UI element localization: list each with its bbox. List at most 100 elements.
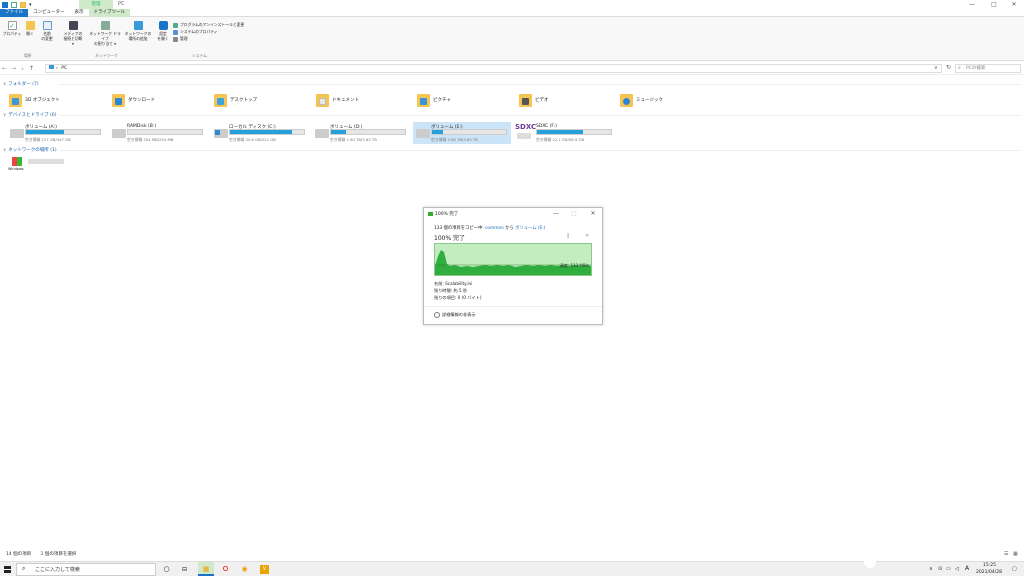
context-tab-manage: 管理	[79, 0, 113, 9]
details-view-icon[interactable]: ☰	[1004, 551, 1008, 557]
hard-drive-icon	[10, 129, 24, 138]
copy-icon	[428, 212, 433, 216]
map-network-drive-button[interactable]: ネットワーク ドライブ の割り当て ▾	[88, 21, 122, 46]
tab-file[interactable]: ファイル	[0, 9, 28, 17]
window-title: PC	[118, 1, 125, 7]
manage-link[interactable]: 管理	[173, 36, 188, 42]
app-icon[interactable]: V	[260, 565, 269, 574]
media-connect-button[interactable]: メディアの 接続と切断 ▾	[62, 21, 84, 46]
network-item-name	[28, 159, 64, 164]
back-arrow-icon[interactable]: ←	[0, 65, 9, 72]
pc-icon	[49, 65, 54, 69]
white-overlay-circle	[864, 556, 876, 568]
sdxc-logo: SDXC	[515, 123, 537, 131]
up-arrow-icon[interactable]: ↑	[27, 65, 36, 72]
music-folder-icon	[620, 93, 633, 107]
folder-music[interactable]: ミュージック	[620, 91, 710, 109]
drive-d[interactable]: ボリューム (D:) 空き領域 2.90 TB/3.63 TB	[312, 122, 410, 144]
uninstall-program-link[interactable]: プログラムのアンインストールと変更	[173, 22, 244, 28]
media-icon	[68, 21, 78, 30]
dialog-minimize-button[interactable]: —	[551, 210, 561, 217]
volume-icon[interactable]: ◁	[955, 566, 959, 572]
hide-details-button[interactable]: 詳細情報の非表示	[434, 312, 476, 318]
tab-computer[interactable]: コンピューター	[28, 9, 70, 17]
folder-downloads[interactable]: ダウンロード	[112, 91, 202, 109]
remaining-time: 残り時間: 約 5 秒	[434, 288, 468, 293]
desktop-folder-icon	[214, 93, 227, 107]
videos-folder-icon	[519, 93, 532, 107]
show-hidden-icons-icon[interactable]: ∧	[929, 566, 933, 572]
network-location-item[interactable]: Windows	[8, 156, 68, 174]
dialog-maximize-button[interactable]: □	[569, 210, 579, 217]
open-settings-button[interactable]: 設定 を開く	[153, 21, 173, 41]
taskbar-search-input[interactable]: ここに入力して検索	[16, 563, 156, 576]
properties-quick-icon[interactable]	[11, 1, 17, 8]
windows-start-icon[interactable]	[4, 566, 11, 573]
chrome-icon[interactable]: ◉	[240, 565, 249, 574]
system-properties-link[interactable]: システムのプロパティ	[173, 29, 218, 35]
recent-chevron-icon[interactable]: ∨	[18, 66, 27, 71]
folder-desktop[interactable]: デスクトップ	[214, 91, 304, 109]
customize-chevron-icon[interactable]: ▾	[29, 2, 32, 8]
network-drive-icon	[100, 21, 110, 30]
drive-e[interactable]: ボリューム (E:) 空き領域 3.08 TB/3.63 TB	[413, 122, 511, 144]
drive-b[interactable]: RAMDisk (B:) 空き領域 254 MB/254 MB	[109, 122, 207, 144]
hard-drive-icon	[416, 129, 430, 138]
address-bar[interactable]: › PC	[45, 64, 942, 73]
rename-button[interactable]: 名前 の変更	[36, 21, 58, 41]
notification-icon[interactable]: ▢	[1012, 566, 1017, 572]
network-tray-icon[interactable]: ⊙	[938, 566, 942, 572]
maximize-button[interactable]: □	[984, 0, 1004, 9]
cancel-icon[interactable]: ✕	[585, 233, 589, 239]
opera-icon[interactable]: O	[221, 565, 230, 574]
dialog-close-button[interactable]: ✕	[588, 210, 598, 217]
cortana-icon[interactable]: ○	[162, 565, 171, 574]
drive-usage-fill	[432, 130, 444, 134]
address-dropdown-icon[interactable]: ∨	[934, 65, 938, 71]
devices-section-header[interactable]: ∨ デバイスとドライブ (6)	[3, 112, 56, 119]
drive-a[interactable]: ボリューム (A:) 空き領域 217 GB/447 GB	[7, 122, 105, 144]
drive-f[interactable]: SDXC SDXC (F:) 空き領域 22.1 GB/58.9 GB	[514, 122, 612, 144]
tab-drive-tools[interactable]: ドライブツール	[88, 9, 130, 17]
group-label-location: 場所	[24, 53, 32, 58]
downloads-folder-icon	[112, 93, 125, 107]
search-input[interactable]: PCの検索	[955, 64, 1021, 73]
add-network-location-button[interactable]: ネットワークの 場所の追加	[124, 21, 152, 41]
folder-videos[interactable]: ビデオ	[519, 91, 609, 109]
folder-3d-objects[interactable]: 3D オブジェクト	[9, 91, 99, 109]
speed-graph-svg	[435, 250, 591, 275]
manage-icon	[173, 36, 178, 42]
new-folder-quick-icon[interactable]	[20, 1, 26, 8]
task-view-icon[interactable]: ⊟	[180, 565, 189, 574]
file-name: 名前: Scalability.ini	[434, 281, 473, 286]
drive-c[interactable]: ローカル ディスク (C:) 空き領域 34.6 GB/221 GB	[211, 122, 309, 144]
hard-drive-icon	[315, 129, 329, 138]
folder-pictures[interactable]: ピクチャ	[417, 91, 507, 109]
taskbar-search-icon: ⌕	[22, 565, 26, 572]
drive-usage-bar	[229, 129, 305, 135]
tab-view[interactable]: 表示	[70, 9, 89, 17]
folders-section-header[interactable]: ∨ フォルダー (7)	[3, 81, 39, 88]
refresh-icon[interactable]: ↻	[946, 64, 951, 71]
destination-link[interactable]: ボリューム (E:)	[515, 226, 545, 231]
forward-arrow-icon[interactable]: →	[9, 65, 18, 72]
drive-usage-fill	[26, 130, 64, 134]
clock-time[interactable]: 15:25	[983, 563, 996, 568]
minimize-button[interactable]: —	[962, 0, 982, 9]
ime-indicator[interactable]: A	[965, 565, 969, 572]
close-button[interactable]: ✕	[1004, 0, 1024, 9]
clock-date[interactable]: 2021/04/28	[976, 570, 1002, 575]
drive-usage-fill	[537, 130, 583, 134]
source-link[interactable]: common	[485, 226, 504, 231]
ribbon: ✓ プロパティ 開く 名前 の変更 メディアの 接続と切断 ▾ ネットワーク ド…	[0, 17, 1024, 61]
system-tray-icon[interactable]: ▭	[946, 566, 951, 572]
drive-usage-bar	[330, 129, 406, 135]
folder-documents[interactable]: ドキュメント	[316, 91, 406, 109]
pause-icon[interactable]: ‖	[567, 233, 570, 239]
file-explorer-taskbar-icon[interactable]: ■	[198, 562, 214, 576]
network-section-header[interactable]: ∨ ネットワークの場所 (1)	[3, 147, 57, 154]
system-icon	[173, 29, 178, 35]
ribbon-tabs: ファイル コンピューター 表示 ドライブツール	[0, 9, 1024, 17]
section-divider	[60, 84, 1020, 85]
large-icons-view-icon[interactable]: ▦	[1013, 551, 1018, 557]
